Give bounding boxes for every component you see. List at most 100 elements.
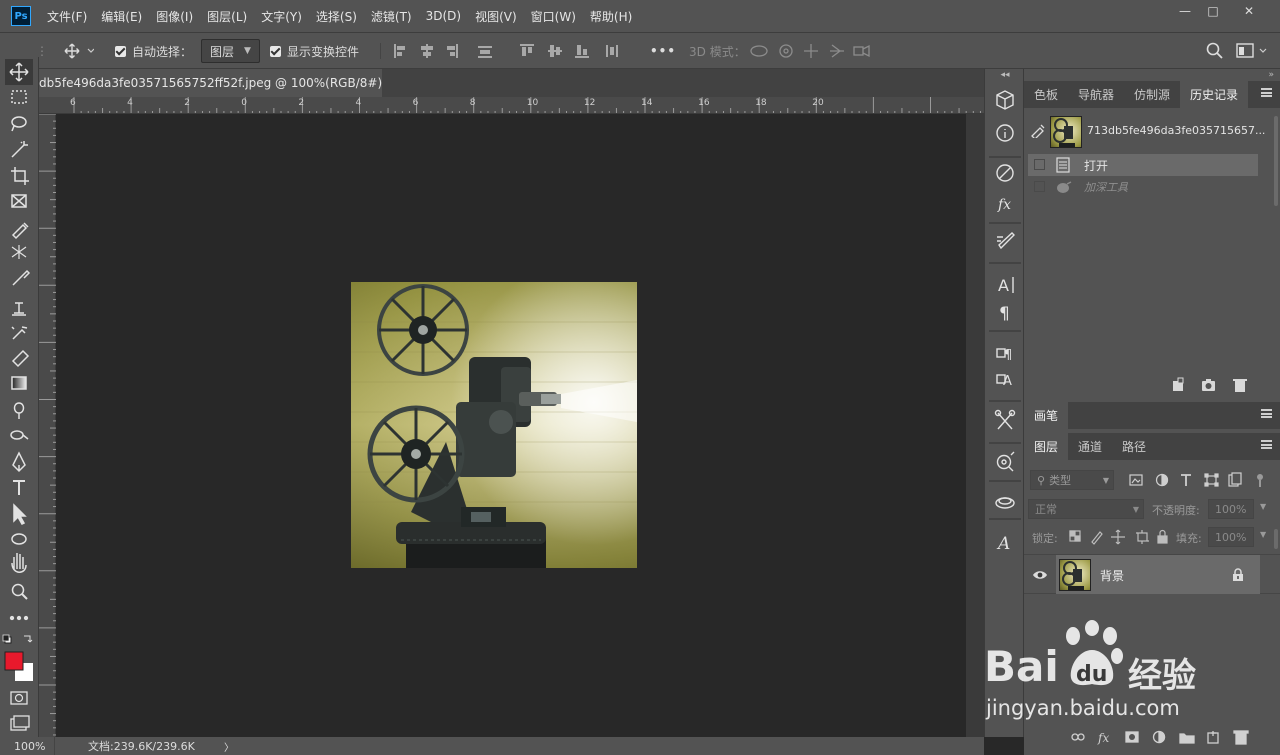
svg-text:A: A [998,276,1009,295]
svg-text:¶: ¶ [999,304,1010,324]
svg-text:fx: fx [997,197,1011,213]
layer-filter-dropdown[interactable]: ⚲ 类型 ▼ [1030,470,1114,490]
history-item-label: 加深工具 [1084,181,1128,194]
workspace-switcher-icon[interactable] [1236,43,1268,59]
panel-menu-icon[interactable] [1261,409,1272,418]
history-scrollbar[interactable] [1274,116,1278,206]
collapse-panels-icon[interactable]: » [1024,69,1280,81]
opacity-label: 不透明度: [1152,504,1200,517]
tab-channels[interactable]: 通道 [1068,433,1112,460]
restore-button[interactable]: □ [1196,0,1230,22]
history-state-checkbox[interactable] [1034,181,1045,192]
vertical-ruler [39,113,56,737]
document-tab[interactable]: db5fe496da3fe03571565752ff52f.jpeg @ 100… [39,69,382,97]
vertical-scrollbar[interactable] [966,114,984,737]
ruler-label: 16 [698,98,710,108]
tab-brush[interactable]: 画笔 [1024,402,1069,429]
fill-input[interactable]: 100% [1208,527,1254,547]
tab-navigator[interactable]: 导航器 [1068,81,1124,108]
layer-row[interactable]: 背景 [1024,554,1280,594]
menu-view[interactable]: 视图(V) [475,8,517,25]
panel-menu-icon[interactable] [1261,440,1272,449]
layer-name[interactable]: 背景 [1100,567,1124,584]
close-window-button[interactable]: ✕ [1232,0,1266,22]
auto-select-label: 自动选择： [132,44,193,59]
ruler-label: 0 [241,98,248,108]
move-tool-preset-icon[interactable] [64,33,94,69]
menu-file[interactable]: 文件(F) [47,8,87,25]
background-color-swatch[interactable] [15,663,33,681]
tool-buttons-area[interactable] [8,59,32,619]
ruler-label: 12 [583,98,596,108]
panel-shortcut-icons[interactable]: fx A ¶ ¶ A A [985,83,1025,563]
history-state-checkbox[interactable] [1034,159,1045,170]
layer-thumbnail[interactable] [1059,559,1091,591]
eye-icon[interactable] [1032,569,1048,581]
menu-help[interactable]: 帮助(H) [590,8,632,25]
opacity-dropdown-icon[interactable]: ▼ [1260,502,1266,511]
layer-filter-icons[interactable] [1128,472,1268,488]
tab-swatches[interactable]: 色板 [1024,81,1068,108]
fill-value: 100% [1215,530,1247,544]
menu-edit[interactable]: 编辑(E) [101,8,142,25]
show-transform-checkbox[interactable]: 显示变换控件 [270,33,359,69]
tab-layers[interactable]: 图层 [1024,433,1069,460]
document-image[interactable] [351,282,637,568]
auto-select-dropdown[interactable]: 图层 ▼ [201,33,260,69]
tab-history[interactable]: 历史记录 [1180,81,1249,108]
document-tab-title: db5fe496da3fe03571565752ff52f.jpeg @ 100… [39,76,382,90]
layers-footer-icons[interactable]: fx [1070,729,1256,745]
menu-select[interactable]: 选择(S) [316,8,357,25]
history-footer-icons[interactable] [1172,377,1252,393]
lock-label: 锁定: [1032,532,1058,545]
panel-menu-icon[interactable] [1261,88,1272,97]
3d-mode-icons[interactable] [748,42,876,60]
lock-options-icons[interactable] [1068,529,1170,545]
checkbox-icon [270,45,281,57]
svg-text:A: A [996,534,1010,554]
film-projector-image [351,282,637,568]
menu-filter[interactable]: 滤镜(T) [371,8,412,25]
ruler-label: 18 [755,98,767,108]
layers-scrollbar[interactable] [1274,529,1278,549]
menu-layer[interactable]: 图层(L) [207,8,247,25]
ruler-label: 14 [641,98,653,108]
expand-panels-icon[interactable]: ◂◂ [985,69,1025,81]
more-options-button[interactable]: ••• [650,33,676,69]
blend-mode-dropdown[interactable]: 正常 ▼ [1028,499,1144,519]
menu-3d[interactable]: 3D(D) [426,9,461,23]
ruler-label: 20 [812,98,824,108]
ruler-label: 4 [355,98,362,108]
snapshot-name[interactable]: 713db5fe496da3fe035715657... [1087,124,1265,137]
menu-type[interactable]: 文字(Y) [261,8,302,25]
show-transform-label: 显示变换控件 [287,44,360,59]
vertical-ruler-ticks [39,113,56,736]
fill-dropdown-icon[interactable]: ▼ [1260,530,1266,539]
snapshot-thumbnail[interactable] [1050,116,1082,148]
blend-mode-value: 正常 [1035,503,1057,516]
align-distribute-icons[interactable] [392,42,632,60]
ruler-label: 2 [184,98,190,108]
tab-clone-source[interactable]: 仿制源 [1124,81,1180,108]
zoom-level[interactable]: 100% [14,740,45,753]
opacity-input[interactable]: 100% [1208,499,1254,519]
history-item-label: 打开 [1084,158,1109,173]
chevron-down-icon: ▼ [1102,475,1109,485]
chevron-down-icon: ▼ [244,46,251,56]
menu-window[interactable]: 窗口(W) [531,8,576,25]
tab-paths[interactable]: 路径 [1112,433,1156,460]
history-panel-tabs: 色板 导航器 仿制源 历史记录 [1024,81,1280,108]
opacity-value: 100% [1215,502,1247,516]
panel-icon-strip: ◂◂ fx A ¶ ¶ A A [984,69,1024,737]
status-bar: 100% 文档:239.6K/239.6K 〉 [0,737,984,755]
history-item-open[interactable]: 打开 [1028,154,1260,176]
menu-image[interactable]: 图像(I) [156,8,193,25]
right-panel-dock: » 色板 导航器 仿制源 历史记录 713db5fe496da3fe035715… [1024,69,1280,755]
search-icon[interactable] [1206,42,1224,60]
history-brush-source-icon[interactable] [1030,122,1046,138]
history-item-burn[interactable]: 加深工具 [1028,176,1260,198]
auto-select-checkbox[interactable]: 自动选择： [115,33,192,69]
status-menu-arrow[interactable]: 〉 [224,739,234,754]
ruler-label: 4 [127,98,133,108]
ruler-label: 10 [526,98,539,108]
